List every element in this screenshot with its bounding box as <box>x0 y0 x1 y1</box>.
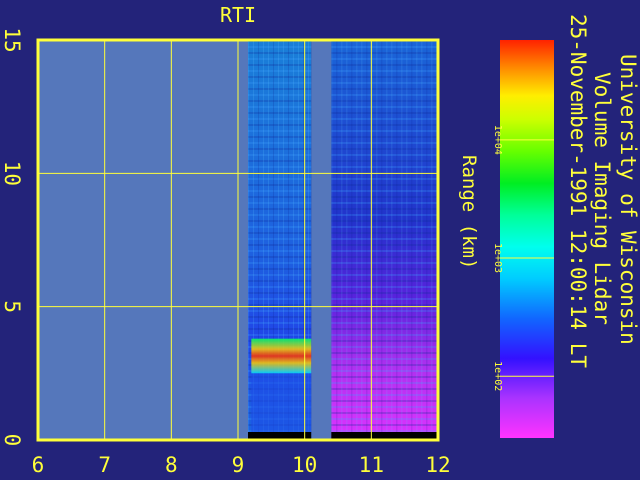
rti-chart: 6 7 8 9 10 11 12 0 5 10 15 RTI 1e+04 1e+03 1e+02 <box>0 3 554 477</box>
colorbar-tick-label-2: 1e+02 <box>492 361 503 391</box>
chart-title: RTI <box>220 3 256 27</box>
colorbar-tick-label-1: 1e+03 <box>492 243 503 273</box>
x-tick-label-6: 12 <box>425 453 450 477</box>
y-tick-label-2: 10 <box>0 161 24 186</box>
measured-region-1 <box>248 40 312 440</box>
near-surface-peak <box>251 338 312 374</box>
timestamp-label: 25-November-1991 12:00:14 LT <box>566 14 590 369</box>
y-tick-label-1: 5 <box>0 300 24 313</box>
no-data-region-2 <box>311 40 332 440</box>
x-tick-label-2: 8 <box>165 453 178 477</box>
x-tick-label-3: 9 <box>232 453 245 477</box>
institution-label: University of Wisconsin <box>616 54 640 345</box>
x-tick-label-1: 7 <box>98 453 111 477</box>
measured-region-3 <box>331 40 438 440</box>
no-data-region-0 <box>38 40 248 440</box>
colorbar-tick-label-0: 1e+04 <box>492 125 503 155</box>
y-tick-label-3: 15 <box>0 27 24 52</box>
colorbar <box>500 40 554 438</box>
y-tick-label-0: 0 <box>0 434 24 447</box>
y-axis-label: Range (km) <box>458 155 480 270</box>
x-tick-label-4: 10 <box>292 453 317 477</box>
x-tick-label-0: 6 <box>32 453 45 477</box>
x-tick-labels: 6 7 8 9 10 11 12 <box>32 453 451 477</box>
y-tick-labels: 0 5 10 15 <box>0 27 24 446</box>
instrument-label: Volume Imaging Lidar <box>590 72 614 325</box>
x-tick-label-5: 11 <box>359 453 384 477</box>
